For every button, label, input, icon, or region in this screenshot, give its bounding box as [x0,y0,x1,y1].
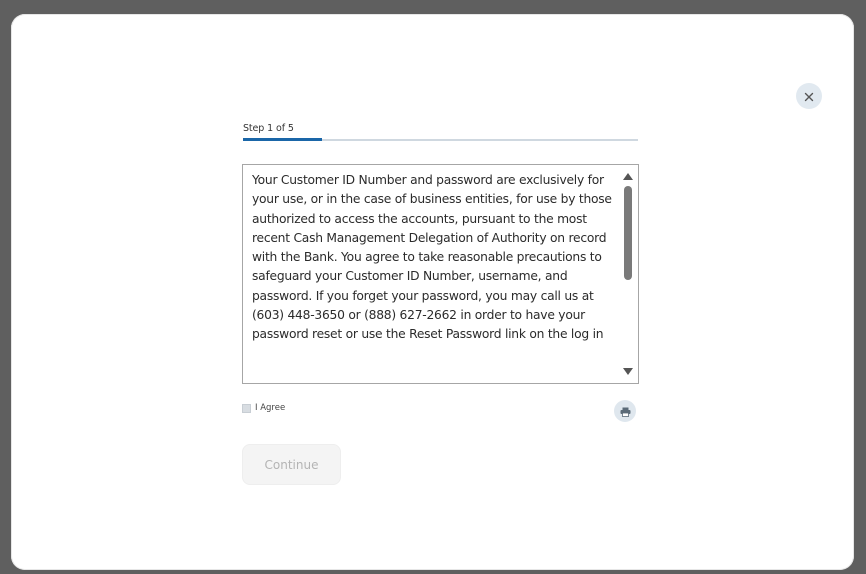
terms-text: Your Customer ID Number and password are… [252,173,612,342]
close-icon [804,87,814,106]
scrollbar-thumb[interactable] [624,186,632,280]
print-button[interactable] [614,400,636,422]
continue-button[interactable]: Continue [242,444,341,485]
agree-label[interactable]: I Agree [255,403,285,413]
progress-bar [243,138,638,141]
agree-row[interactable]: I Agree [242,403,285,413]
agree-checkbox[interactable] [242,403,251,413]
step-indicator: Step 1 of 5 [243,123,294,134]
scroll-down-arrow-icon[interactable] [623,368,633,375]
close-button[interactable] [796,83,822,109]
print-icon [620,402,631,421]
scroll-up-arrow-icon[interactable] [623,173,633,180]
progress-bar-fill [243,138,322,141]
terms-scroll-box[interactable]: Your Customer ID Number and password are… [242,164,639,384]
